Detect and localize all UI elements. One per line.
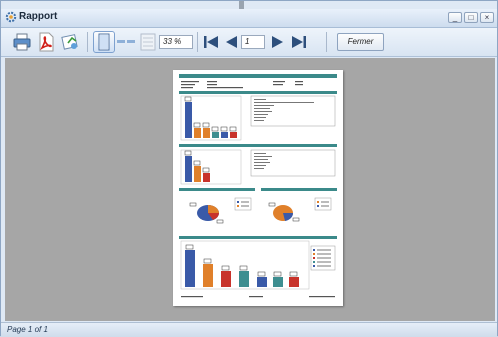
pdf-icon <box>39 32 54 52</box>
multi-page-icon <box>140 33 156 51</box>
page-number-input[interactable]: 1 <box>241 35 265 49</box>
app-gear-icon <box>5 11 17 23</box>
toolbar-separator <box>197 32 198 52</box>
toolbar-separator <box>326 32 327 52</box>
next-page-button[interactable] <box>267 31 289 53</box>
close-button[interactable]: × <box>480 12 494 23</box>
title-bar[interactable]: Rapport _ □ × <box>1 9 497 28</box>
pdf-export-button[interactable] <box>35 31 57 53</box>
next-page-icon <box>272 36 283 48</box>
previous-page-button[interactable] <box>220 31 242 53</box>
single-page-icon <box>98 33 110 51</box>
last-page-icon <box>292 36 306 48</box>
print-button[interactable] <box>11 31 33 53</box>
multi-page-view-button[interactable] <box>137 31 159 53</box>
minimize-button[interactable]: _ <box>448 12 462 23</box>
two-page-view-button[interactable] <box>115 31 137 53</box>
window-title: Rapport <box>19 11 58 22</box>
report-window: Rapport _ □ × 33 % 1 Fermer Page 1 of 1 <box>0 0 498 337</box>
report-page <box>173 70 343 306</box>
previous-page-icon <box>226 36 237 48</box>
zoom-level-input[interactable]: 33 % <box>159 35 193 49</box>
two-page-icon <box>117 40 135 43</box>
toolbar: 33 % 1 Fermer <box>1 28 497 57</box>
first-page-icon <box>204 36 218 48</box>
export-icon <box>61 34 78 50</box>
status-bar: Page 1 of 1 <box>1 322 497 337</box>
printer-icon <box>13 33 31 51</box>
maximize-button[interactable]: □ <box>464 12 478 23</box>
last-page-button[interactable] <box>288 31 310 53</box>
toolbar-separator <box>87 32 88 52</box>
report-viewer[interactable] <box>5 58 495 321</box>
first-page-button[interactable] <box>200 31 222 53</box>
report-page-thumbnail <box>179 74 337 298</box>
page-status: Page 1 of 1 <box>7 325 48 334</box>
fermer-button[interactable]: Fermer <box>337 33 384 51</box>
export-button[interactable] <box>59 31 81 53</box>
single-page-view-button[interactable] <box>93 31 115 53</box>
